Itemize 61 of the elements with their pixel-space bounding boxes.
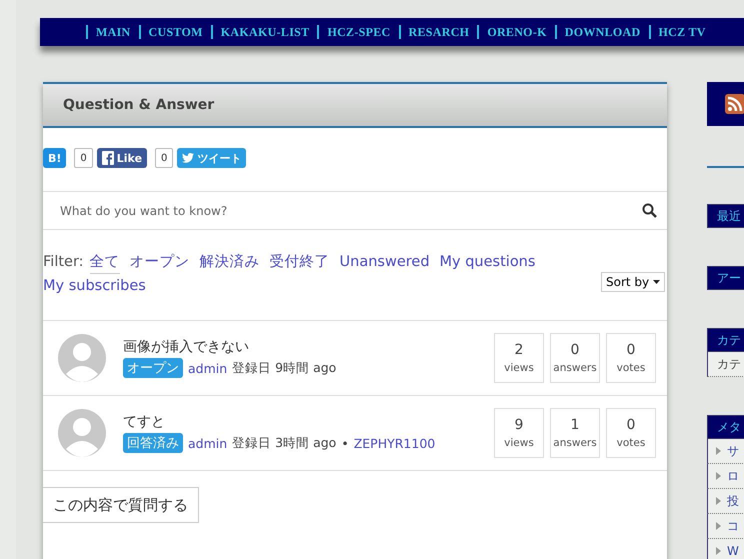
share-count: 0 (155, 148, 174, 168)
nav-link[interactable]: RESARCH (408, 24, 470, 40)
caret-icon (653, 280, 660, 284)
widget-title: メタ (707, 415, 744, 439)
stat-tile: 0 votes (606, 408, 656, 458)
panel-title: Question & Answer (43, 84, 667, 128)
bullet-separator: • (341, 436, 349, 450)
filter-link[interactable]: Unanswered (340, 251, 430, 273)
tag-link[interactable]: ZEPHYR1100 (354, 436, 436, 450)
triangle-icon (716, 547, 721, 555)
triangle-icon (716, 472, 721, 480)
avatar-icon (58, 409, 106, 457)
question-title[interactable]: てすと (123, 413, 494, 431)
bird-icon (182, 153, 194, 163)
stat-tile: 0 answers (550, 333, 600, 383)
nav-link[interactable]: HCZ-SPEC (327, 24, 391, 40)
avatar-icon (58, 334, 106, 382)
widget-item[interactable]: コ (707, 514, 744, 539)
triangle-icon (716, 447, 721, 455)
stat-tile: 9 views (494, 408, 544, 458)
status-badge: 回答済み (123, 433, 183, 453)
widget-item[interactable]: W (707, 539, 744, 559)
stat-tile: 1 answers (550, 408, 600, 458)
stat-tile: 0 votes (606, 333, 656, 383)
rss-icon[interactable] (725, 94, 744, 114)
filter-link[interactable]: 全て (90, 251, 120, 274)
filter-link[interactable]: My subscribes (43, 275, 146, 297)
nav-link[interactable]: ORENO-K (487, 24, 547, 40)
nav-link[interactable]: HCZ TV (658, 24, 706, 40)
widget-item[interactable]: サ (707, 439, 744, 464)
share-button[interactable]: B! (43, 148, 66, 168)
nav-link[interactable]: DOWNLOAD (564, 24, 640, 40)
share-button[interactable]: Like (96, 148, 148, 168)
nav-link[interactable]: KAKAKU-LIST (220, 24, 310, 40)
stat-tile: 2 views (494, 333, 544, 383)
post-time: 登録日 9時間 ago (232, 360, 336, 376)
post-time: 登録日 3時間 ago (232, 434, 336, 452)
filter-link[interactable]: My questions (440, 251, 536, 273)
ask-button[interactable]: この内容で質問する (43, 487, 199, 523)
widget-title: アー (707, 266, 744, 290)
filter-label: Filter: (43, 254, 84, 270)
share-count: 0 (74, 148, 93, 168)
triangle-icon (716, 522, 721, 530)
nav-link[interactable]: MAIN (96, 24, 131, 40)
widget-title: カテ (707, 328, 744, 352)
filter-link[interactable]: 解決済み (200, 251, 260, 273)
nav-link[interactable]: CUSTOM (148, 24, 203, 40)
filter-link[interactable]: 受付終了 (270, 251, 330, 273)
widget-item[interactable]: 投 (707, 489, 744, 514)
widget-title: 最近 (707, 204, 744, 228)
question-title[interactable]: 画像が挿入できない (123, 338, 494, 356)
f-logo-icon (102, 151, 114, 165)
author-link[interactable]: admin (188, 436, 228, 450)
status-badge: オープン (123, 358, 183, 378)
author-link[interactable]: admin (188, 360, 228, 376)
sort-dropdown[interactable]: Sort by (601, 272, 665, 292)
widget-item[interactable]: カテ (707, 352, 744, 377)
triangle-icon (716, 497, 721, 505)
filter-link[interactable]: オープン (130, 251, 190, 273)
widget-item[interactable]: ロ (707, 464, 744, 489)
search-icon[interactable] (642, 203, 657, 218)
